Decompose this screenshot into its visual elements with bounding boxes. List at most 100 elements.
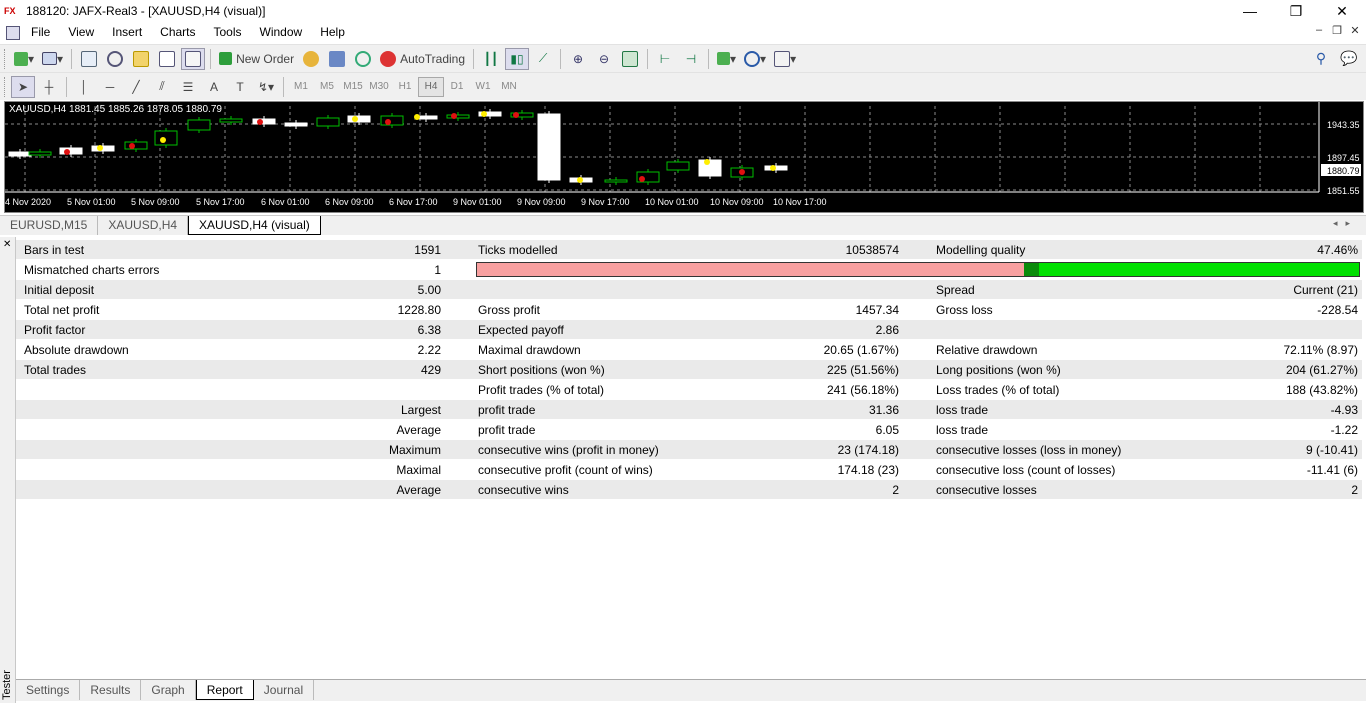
- menu-window[interactable]: Window: [251, 22, 312, 43]
- zoom-in-button[interactable]: ⊕: [566, 48, 590, 70]
- templates-icon: [774, 50, 791, 67]
- text-button[interactable]: A: [202, 76, 226, 98]
- menu-view[interactable]: View: [59, 22, 103, 43]
- tab-graph[interactable]: Graph: [141, 680, 196, 700]
- tile-windows-icon: [622, 50, 639, 67]
- market-watch-icon: [81, 50, 98, 67]
- chart-tab-xauusd-h4-visual[interactable]: XAUUSD,H4 (visual): [188, 216, 321, 235]
- signals-button[interactable]: [299, 48, 323, 70]
- report-cell-v3: -11.41 (6): [1306, 463, 1358, 477]
- strategy-tester-button[interactable]: [181, 47, 206, 70]
- close-button[interactable]: ✕: [1319, 0, 1365, 22]
- trade-marker: [385, 119, 391, 125]
- restore-button[interactable]: ❐: [1273, 0, 1319, 22]
- market-button[interactable]: [325, 48, 349, 70]
- auto-scroll-button[interactable]: ⊣: [679, 48, 703, 70]
- report-cell-l2: Profit trades (% of total): [478, 383, 605, 397]
- horizontal-line-icon: ─: [105, 79, 115, 94]
- report-cell-v1: Largest: [400, 403, 441, 417]
- period-m30[interactable]: M30: [366, 77, 392, 97]
- new-order-icon: [219, 52, 233, 65]
- autotrading-button[interactable]: AutoTrading: [377, 48, 468, 70]
- minimize-button[interactable]: —: [1227, 0, 1273, 22]
- candle-body: [698, 159, 722, 177]
- tester-close-button[interactable]: ✕: [3, 239, 11, 250]
- text-label-button[interactable]: T: [228, 76, 252, 98]
- time-label: 6 Nov 09:00: [325, 197, 374, 207]
- chart-shift-button[interactable]: ⊢: [653, 48, 677, 70]
- trade-marker: [739, 169, 745, 175]
- tile-windows-button[interactable]: [618, 48, 642, 70]
- menu-help[interactable]: Help: [311, 22, 354, 43]
- mdi-close-button[interactable]: ✕: [1346, 24, 1364, 37]
- menu-file[interactable]: File: [22, 22, 59, 43]
- report-cell-l3: Loss trades (% of total): [936, 383, 1060, 397]
- vertical-line-button[interactable]: │: [72, 76, 96, 98]
- periods-button[interactable]: ▾: [741, 48, 769, 70]
- zoom-out-button[interactable]: ⊖: [592, 48, 616, 70]
- terminal-button[interactable]: [155, 48, 179, 70]
- period-h1[interactable]: H1: [392, 77, 418, 97]
- report-cell-v1: 429: [420, 363, 441, 377]
- time-label: 10 Nov 01:00: [645, 197, 699, 207]
- data-window-button[interactable]: [103, 48, 127, 70]
- text-label-icon: T: [236, 79, 244, 94]
- menu-tools[interactable]: Tools: [205, 22, 251, 43]
- tester-label: Tester: [1, 670, 13, 700]
- bar-chart-button[interactable]: ┃┃: [479, 48, 503, 70]
- price-chart[interactable]: 1943.35 1897.45 1880.79 1851.55 4 Nov 2020 5 …: [4, 101, 1364, 213]
- period-m1[interactable]: M1: [288, 77, 314, 97]
- candle-body: [28, 151, 52, 156]
- tester-side-strip: ✕: [0, 237, 16, 703]
- horizontal-line-button[interactable]: ─: [98, 76, 122, 98]
- candlestick-button[interactable]: ▮▯: [505, 47, 530, 70]
- tab-settings[interactable]: Settings: [16, 680, 81, 700]
- search-button[interactable]: ⚲: [1309, 48, 1333, 70]
- crosshair-button[interactable]: ┼: [37, 76, 61, 98]
- period-h4[interactable]: H4: [418, 76, 444, 97]
- candlestick-icon: ▮▯: [510, 51, 524, 66]
- period-mn[interactable]: MN: [496, 77, 522, 97]
- fibonacci-button[interactable]: ☰: [176, 76, 200, 98]
- report-cell-v3: 2: [1351, 483, 1358, 497]
- mdi-minimize-button[interactable]: –: [1310, 24, 1328, 36]
- profiles-button[interactable]: ▾: [39, 48, 66, 70]
- new-order-button[interactable]: New Order: [216, 48, 297, 70]
- mdi-restore-button[interactable]: ❐: [1328, 24, 1346, 37]
- tab-journal[interactable]: Journal: [254, 680, 315, 700]
- arrows-button[interactable]: ↯▾: [254, 76, 278, 98]
- chat-icon: 💬: [1340, 50, 1358, 66]
- report-cell-l3: consecutive losses: [936, 483, 1037, 497]
- market-watch-button[interactable]: [77, 48, 101, 70]
- zoom-out-icon: ⊖: [598, 51, 610, 66]
- chart-tab-xauusd-h4[interactable]: XAUUSD,H4: [98, 216, 189, 235]
- navigator-button[interactable]: [129, 48, 153, 70]
- report-cell-v1: 1: [434, 263, 441, 277]
- period-m5[interactable]: M5: [314, 77, 340, 97]
- menu-insert[interactable]: Insert: [103, 22, 151, 43]
- period-w1[interactable]: W1: [470, 77, 496, 97]
- templates-button[interactable]: ▾: [771, 48, 799, 70]
- cursor-button[interactable]: ➤: [11, 75, 35, 98]
- indicators-button[interactable]: ▾: [714, 48, 739, 70]
- chart-tab-eurusd-m15[interactable]: EURUSD,M15: [0, 216, 99, 235]
- tab-report[interactable]: Report: [195, 680, 254, 700]
- candlestick-chart: 1943.35 1897.45 1880.79 1851.55 4 Nov 2020 5 …: [5, 102, 1361, 207]
- tab-results[interactable]: Results: [80, 680, 142, 700]
- menu-charts[interactable]: Charts: [151, 22, 204, 43]
- vps-button[interactable]: [351, 48, 375, 70]
- document-icon[interactable]: [6, 25, 20, 40]
- report-cell-v3: 9 (-10.41): [1305, 443, 1358, 457]
- period-m15[interactable]: M15: [340, 77, 366, 97]
- new-chart-button[interactable]: ▾: [11, 48, 37, 70]
- trade-marker: [770, 165, 776, 171]
- report-row: Profit trades (% of total) 241 (56.18%) Lo…: [16, 380, 1362, 400]
- chat-button[interactable]: 💬: [1337, 48, 1361, 70]
- new-chart-icon: [14, 51, 28, 66]
- line-chart-button[interactable]: ⟋: [531, 48, 555, 70]
- tab-scroll-arrows[interactable]: ◂▸: [1333, 218, 1358, 229]
- period-d1[interactable]: D1: [444, 77, 470, 97]
- report-cell-l3: consecutive loss (count of losses): [936, 463, 1116, 477]
- equidistant-channel-button[interactable]: ⫽: [150, 76, 174, 98]
- trendline-button[interactable]: ╱: [124, 76, 148, 98]
